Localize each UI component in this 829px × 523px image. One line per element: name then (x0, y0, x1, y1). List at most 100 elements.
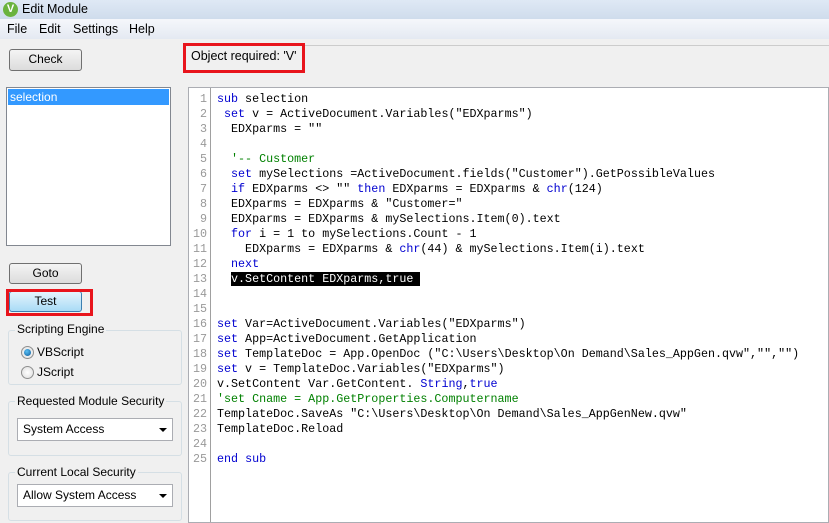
scripting-engine-group (8, 330, 182, 385)
keyword-token: chr (546, 182, 568, 196)
line-number: 1 (199, 92, 207, 106)
code-line[interactable]: 2 set v = ActiveDocument.Variables("EDXp… (189, 107, 828, 122)
code-line[interactable]: 4 (189, 137, 828, 152)
code-text: '-- Customer (217, 152, 315, 167)
line-number: 4 (199, 137, 207, 151)
vbscript-radio[interactable] (21, 346, 34, 359)
code-text: set mySelections =ActiveDocument.fields(… (217, 167, 715, 182)
keyword-token: then (357, 182, 386, 196)
test-highlight-box (6, 289, 93, 316)
menu-file[interactable]: File (7, 22, 27, 36)
code-token: v.SetContent Var.GetContent. (217, 377, 421, 391)
code-line[interactable]: 13 v.SetContent EDXparms,true (189, 272, 828, 287)
line-number: 20 (192, 377, 207, 391)
goto-button[interactable]: Goto (9, 263, 82, 284)
local-security-label: Current Local Security (15, 465, 138, 479)
code-line[interactable]: 21 'set Cname = App.GetProperties.Compute… (189, 392, 828, 407)
code-line[interactable]: 20 v.SetContent Var.GetContent. String,tr… (189, 377, 828, 392)
line-number: 13 (192, 272, 207, 286)
requested-security-select[interactable]: System Access (17, 418, 173, 441)
app-logo-icon: V (3, 2, 18, 17)
code-line[interactable]: 8 EDXparms = EDXparms & "Customer=" (189, 197, 828, 212)
line-number: 7 (199, 182, 207, 196)
code-line[interactable]: 3 EDXparms = "" (189, 122, 828, 137)
line-number: 8 (199, 197, 207, 211)
code-text: for i = 1 to mySelections.Count - 1 (217, 227, 477, 242)
code-token: mySelections =ActiveDocument.fields("Cus… (252, 167, 715, 181)
menu-settings[interactable]: Settings (73, 22, 118, 36)
code-token: i = 1 to mySelections.Count - 1 (252, 227, 477, 241)
code-text: EDXparms = EDXparms & mySelections.Item(… (217, 212, 561, 227)
code-line[interactable]: 7 if EDXparms <> "" then EDXparms = EDXp… (189, 182, 828, 197)
code-line[interactable]: 12 next (189, 257, 828, 272)
title-bar (0, 0, 829, 19)
code-line[interactable]: 17 set App=ActiveDocument.GetApplication (189, 332, 828, 347)
code-text: set TemplateDoc = App.OpenDoc ("C:\Users… (217, 347, 799, 362)
code-line[interactable]: 10 for i = 1 to mySelections.Count - 1 (189, 227, 828, 242)
code-token: selection (238, 92, 309, 106)
code-text: EDXparms = EDXparms & chr(44) & mySelect… (217, 242, 645, 257)
code-line[interactable]: 25 end sub (189, 452, 828, 467)
keyword-token: set (217, 362, 239, 376)
line-number: 25 (192, 452, 207, 466)
code-line[interactable]: 22 TemplateDoc.SaveAs "C:\Users\Desktop\O… (189, 407, 828, 422)
check-button[interactable]: Check (9, 49, 82, 71)
code-token: EDXparms <> "" (245, 182, 358, 196)
jscript-radio[interactable] (21, 366, 34, 379)
line-number: 15 (192, 302, 207, 316)
code-line[interactable]: 16 set Var=ActiveDocument.Variables("EDXp… (189, 317, 828, 332)
code-text: v.SetContent Var.GetContent. String,true (217, 377, 498, 392)
code-text: end sub (217, 452, 266, 467)
line-number: 6 (199, 167, 207, 181)
code-text: EDXparms = EDXparms & "Customer=" (217, 197, 462, 212)
code-line[interactable]: 6 set mySelections =ActiveDocument.field… (189, 167, 828, 182)
code-line[interactable]: 23 TemplateDoc.Reload (189, 422, 828, 437)
code-line[interactable]: 15 (189, 302, 828, 317)
code-token: (124) (567, 182, 603, 196)
code-text: TemplateDoc.Reload (217, 422, 343, 437)
code-line[interactable]: 24 (189, 437, 828, 452)
menu-help[interactable]: Help (129, 22, 155, 36)
code-line[interactable]: 11 EDXparms = EDXparms & chr(44) & mySel… (189, 242, 828, 257)
code-token: EDXparms = EDXparms & (385, 182, 547, 196)
keyword-token: String (420, 377, 463, 391)
line-number: 5 (199, 152, 207, 166)
list-item-selection[interactable]: selection (8, 89, 169, 105)
code-line[interactable]: 14 (189, 287, 828, 302)
line-number: 12 (192, 257, 207, 271)
keyword-token: set (231, 167, 253, 181)
code-line[interactable]: 5 '-- Customer (189, 152, 828, 167)
line-number: 9 (199, 212, 207, 226)
code-editor[interactable]: 1 sub selection 2 set v = ActiveDocument.V… (188, 87, 829, 523)
keyword-token: set (217, 347, 239, 361)
line-number: 22 (192, 407, 207, 421)
module-list[interactable]: selection (6, 87, 171, 246)
code-token: Var=ActiveDocument.Variables("EDXparms") (238, 317, 526, 331)
code-lines[interactable]: 1 sub selection 2 set v = ActiveDocument.V… (189, 92, 828, 467)
code-text: if EDXparms <> "" then EDXparms = EDXpar… (217, 182, 603, 197)
code-token: TemplateDoc = App.OpenDoc ("C:\Users\Des… (238, 347, 800, 361)
code-line[interactable]: 9 EDXparms = EDXparms & mySelections.Ite… (189, 212, 828, 227)
keyword-token: sub (245, 452, 267, 466)
line-number: 18 (192, 347, 207, 361)
menu-edit[interactable]: Edit (39, 22, 61, 36)
line-number: 3 (199, 122, 207, 136)
comment-token: 'set Cname = App.GetProperties.Computern… (217, 392, 519, 406)
code-token: v = ActiveDocument.Variables("EDXparms") (245, 107, 533, 121)
code-line[interactable]: 1 sub selection (189, 92, 828, 107)
line-number: 19 (192, 362, 207, 376)
code-text: set App=ActiveDocument.GetApplication (217, 332, 477, 347)
code-token: EDXparms = EDXparms & (217, 242, 400, 256)
local-security-select[interactable]: Allow System Access (17, 484, 173, 507)
code-line[interactable]: 19 set v = TemplateDoc.Variables("EDXparm… (189, 362, 828, 377)
code-token: v = TemplateDoc.Variables("EDXparms") (238, 362, 505, 376)
line-number: 10 (192, 227, 207, 241)
code-line[interactable]: 18 set TemplateDoc = App.OpenDoc ("C:\Use… (189, 347, 828, 362)
code-token: , (462, 377, 470, 391)
code-token: TemplateDoc.SaveAs "C:\Users\Desktop\On … (217, 407, 687, 421)
local-security-value: Allow System Access (23, 488, 137, 502)
keyword-token: set (217, 332, 239, 346)
